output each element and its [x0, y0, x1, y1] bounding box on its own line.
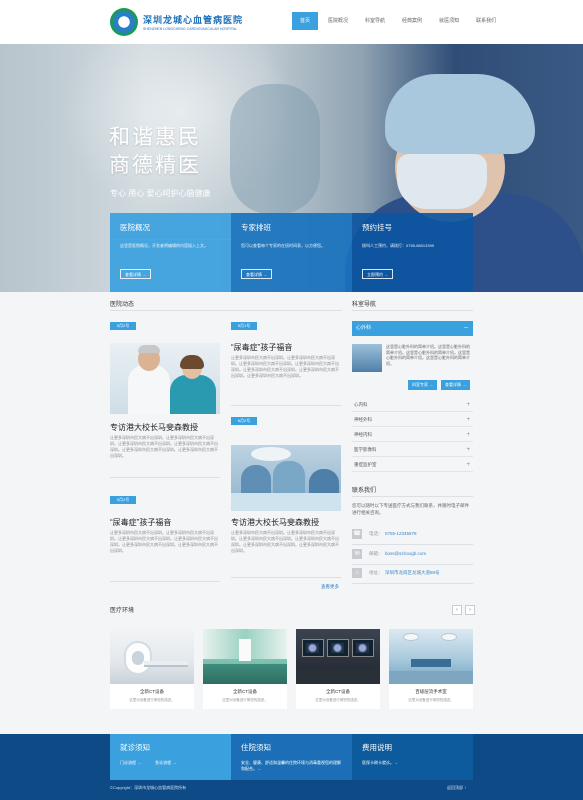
next-arrow-icon[interactable]: › [465, 605, 475, 615]
hero-title: 和谐惠民 商德精医 [109, 126, 201, 177]
doctors-photo[interactable] [110, 343, 220, 414]
department-description: 这里是心脏外科的简单介绍。这里是心脏外科的简单介绍。这里是心脏外科的简单介绍。这… [386, 344, 470, 367]
news-date-badge: 5月2号 [110, 322, 136, 330]
news-excerpt: 让更多深圳市民大病不出深圳。让更多深圳市民大病不出深圳。让更多深圳市民大病不出深… [231, 530, 339, 553]
dept-experts-button[interactable]: 科室专家 → [408, 380, 438, 390]
dept-item-cardiology[interactable]: 心内科 + [352, 398, 473, 412]
footer-col-fees: 费用说明 医保卡刷卡就诊。→ [352, 734, 473, 780]
dept-detail-button[interactable]: 查看详情 → [441, 380, 471, 390]
expand-icon: + [466, 447, 470, 453]
address-value: 深圳市龙岗区龙城大道88号 [385, 570, 440, 575]
department-photo [352, 344, 382, 372]
nav-guide[interactable]: 就医须知 [432, 12, 466, 30]
overview-detail-button[interactable]: 查看详情 → [120, 269, 152, 279]
surgery-photo[interactable] [231, 445, 341, 511]
news-date-badge: 6月2号 [231, 417, 257, 425]
news-title[interactable]: 专访港大校长马斐森教授 [110, 422, 198, 433]
env-card[interactable]: 百级层流手术室 这里对设备进行简短的描述。 [389, 629, 473, 709]
expand-icon: + [466, 417, 470, 423]
departments-section-title: 科室导航 [352, 302, 377, 308]
phone-value[interactable]: 0755-12345678 [385, 525, 417, 543]
env-card[interactable]: 全新CT设备 这里对设备进行简短的描述。 [203, 629, 287, 709]
contact-address: ⌂ 地址： 深圳市龙岗区龙城大道88号 [352, 564, 473, 582]
env-card[interactable]: 全新CT设备 这里对设备进行简短的描述。 [110, 629, 194, 709]
card-appointment: 预约挂号 拨叫人工预约，请拨打：0755-86913399 立即预约 → [352, 213, 473, 292]
operating-room-photo [389, 629, 473, 684]
news-excerpt: 让更多深圳市民大病不出深圳。让更多深圳市民大病不出深圳。让更多深圳市民大病不出深… [231, 355, 339, 378]
logo-name-cn: 深圳龙城心血管病医院 [143, 16, 244, 26]
news-title[interactable]: “尿毒症”孩子福音 [231, 342, 292, 353]
carousel-controls: ‹ › [449, 605, 475, 615]
mail-icon: ✉ [352, 549, 362, 559]
main-nav: 首页 医院概况 科室导航 经典案例 就医须知 联系我们 [292, 12, 506, 30]
dept-cardiac-surgery-header[interactable]: 心外科 − [352, 321, 473, 336]
nav-departments[interactable]: 科室导航 [358, 12, 392, 30]
hospital-logo[interactable]: 深圳龙城心血管病医院 SHENZHEN LONGCHENG CARDIOVASC… [110, 8, 280, 36]
page: 深圳龙城心血管病医院 SHENZHEN LONGCHENG CARDIOVASC… [0, 0, 583, 800]
location-icon: ⌂ [352, 568, 362, 578]
monitors-photo [296, 629, 380, 684]
dept-item-neurology[interactable]: 神经内科 + [352, 428, 473, 442]
card-hospital-overview: 医院概况 这里是医院概况，开发者将编辑的内容插入上文。 查看详情 → [110, 213, 231, 292]
nav-about[interactable]: 医院概况 [321, 12, 355, 30]
news-date-badge: 5月2号 [110, 496, 136, 504]
contact-intro: 您可以随时以下专送医疗方式与我们联系，并随时电子邮件进行相关咨询。 [352, 503, 469, 515]
corridor-photo [203, 629, 287, 684]
footer-col-visit-guide: 就诊须知 门诊流程 → 急诊流程 → [110, 734, 231, 780]
news-section-title: 医院动态 [110, 302, 135, 308]
outpatient-process-link[interactable]: 门诊流程 → [120, 760, 141, 766]
expand-icon: + [466, 402, 470, 408]
dept-item-imaging[interactable]: 医学影像科 + [352, 443, 473, 457]
collapse-icon[interactable]: − [464, 321, 468, 336]
phone-icon: ☎ [352, 529, 362, 539]
dept-item-neurosurgery[interactable]: 神经外科 + [352, 413, 473, 427]
contact-phone: ☎ 电话： 0755-12345678 [352, 525, 473, 543]
hero-subtitle: 专心 用心 爱心呵护心脑健康 [110, 189, 211, 198]
hero-cards: 医院概况 这里是医院概况，开发者将编辑的内容插入上文。 查看详情 → 专家排班 … [110, 213, 473, 292]
header: 深圳龙城心血管病医院 SHENZHEN LONGCHENG CARDIOVASC… [0, 0, 583, 44]
nav-cases[interactable]: 经典案例 [395, 12, 429, 30]
contact-email: ✉ 邮箱： boss@szlcxxgb.com [352, 545, 473, 563]
environment-section-title: 医疗环境 [110, 608, 135, 614]
news-excerpt: 让更多深圳市民大病不出深圳。让更多深圳市民大病不出深圳。让更多深圳市民大病不出深… [110, 530, 218, 553]
news-title[interactable]: “尿毒症”孩子福音 [110, 517, 171, 528]
news-date-badge: 5月1号 [231, 322, 257, 330]
news-more-link[interactable]: 查看更多 [321, 584, 339, 590]
ct-scanner-photo [110, 629, 194, 684]
expand-icon: + [466, 462, 470, 468]
prev-arrow-icon[interactable]: ‹ [452, 605, 462, 615]
emergency-process-link[interactable]: 急诊流程 → [155, 760, 176, 766]
email-value[interactable]: boss@szlcxxgb.com [385, 545, 426, 563]
news-title[interactable]: 专访港大校长马斐森教授 [231, 517, 319, 528]
expand-icon: + [466, 432, 470, 438]
logo-name-en: SHENZHEN LONGCHENG CARDIOVASCULAR HOSPIT… [143, 27, 237, 31]
copyright: ©Copyright：深圳市龙城心血管病医院所有 [110, 785, 187, 790]
nav-home[interactable]: 首页 [292, 12, 319, 30]
footer-columns: 就诊须知 门诊流程 → 急诊流程 → 住院须知 安全、健康、舒适和温馨的住院环境… [110, 734, 473, 780]
schedule-detail-button[interactable]: 查看详情 → [241, 269, 273, 279]
footer-col-inpatient: 住院须知 安全、健康、舒适和温馨的住院环境与消毒重视您的理解和配合。→ [231, 734, 352, 780]
env-card[interactable]: 全新CT设备 这里对设备进行简短的描述。 [296, 629, 380, 709]
contact-section-title: 联系我们 [352, 488, 377, 494]
back-to-top-link[interactable]: 返回顶部 ↑ [447, 785, 466, 791]
hospital-emblem-icon [110, 8, 138, 36]
nav-contact[interactable]: 联系我们 [469, 12, 503, 30]
dept-item-icu[interactable]: 重症监护室 + [352, 458, 473, 472]
inpatient-link[interactable]: 安全、健康、舒适和温馨的住院环境与消毒重视您的理解和配合。→ [241, 760, 342, 771]
card-expert-schedule: 专家排班 您可以查看每个专家的在班时间表，以方便您。 查看详情 → [231, 213, 352, 292]
book-now-button[interactable]: 立即预约 → [362, 269, 394, 279]
news-excerpt: 让更多深圳市民大病不出深圳。让更多深圳市民大病不出深圳。让更多深圳市民大病不出深… [110, 435, 218, 458]
fees-link[interactable]: 医保卡刷卡就诊。→ [362, 760, 463, 766]
